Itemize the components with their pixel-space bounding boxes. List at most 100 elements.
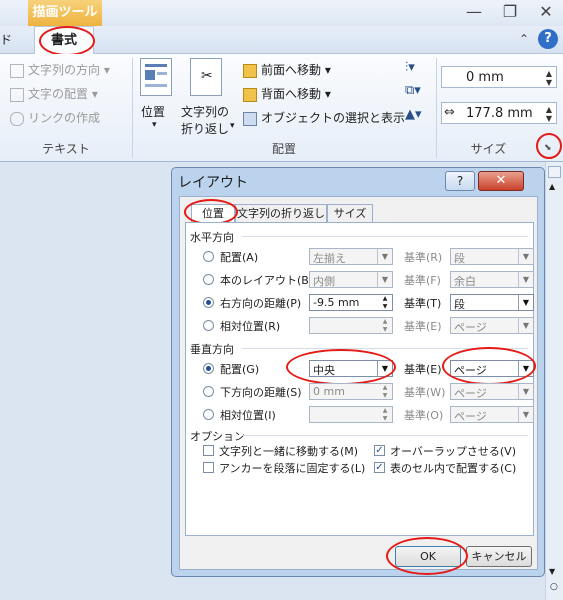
book-layout-base-select[interactable]: 余白 ▼ — [450, 271, 534, 288]
close-window-icon[interactable]: ✕ — [534, 2, 558, 24]
dialog-close-button[interactable]: ✕ — [478, 171, 524, 191]
move-with-text-checkbox[interactable] — [203, 445, 214, 456]
scroll-up-icon[interactable]: ▲ — [549, 182, 555, 191]
book-layout-base-label: 基準(F) — [404, 274, 441, 287]
ruler-toggle-icon[interactable] — [548, 166, 561, 178]
group-label-text: テキスト — [42, 142, 90, 156]
v-alignment-base-label: 基準(E) — [404, 363, 442, 376]
height-spinner[interactable]: 0 mm ▲ ▼ — [441, 66, 557, 88]
v-absolute-spinner[interactable]: 0 mm ▲ ▼ — [309, 383, 393, 400]
spin-down-icon[interactable]: ▼ — [546, 78, 552, 87]
chevron-down-icon: ▾ — [152, 120, 157, 130]
help-icon[interactable]: ? — [538, 29, 558, 49]
layout-in-cell-label: 表のセル内で配置する(C) — [390, 462, 517, 475]
send-backward-button[interactable]: 背面へ移動 ▾ — [243, 85, 331, 102]
rotate-icon[interactable]: ▲▾ — [405, 107, 427, 123]
absolute-position-base-select[interactable]: 段 ▼ — [450, 294, 534, 311]
move-with-text-label: 文字列と一緒に移動する(M) — [219, 445, 359, 458]
width-spinner[interactable]: 177.8 mm ▲ ▼ — [441, 102, 557, 124]
h-relative-base-select[interactable]: ページ ▼ — [450, 317, 534, 334]
group-label-size: サイズ — [470, 142, 507, 156]
text-direction-button[interactable]: 文字列の方向 ▾ — [10, 61, 110, 78]
v-alignment-label: 配置(G) — [220, 363, 260, 376]
spin-up-icon[interactable]: ▲ — [546, 69, 552, 78]
absolute-position-label: 右方向の距離(P) — [220, 297, 302, 310]
wrap-text-label-2[interactable]: 折り返し — [181, 120, 229, 137]
position-button[interactable]: 位置 — [141, 103, 165, 120]
h-alignment-select[interactable]: 左揃え ▼ — [309, 248, 393, 265]
spin-up-icon[interactable]: ▲ — [546, 105, 552, 114]
tab-size[interactable]: サイズ — [327, 204, 373, 223]
v-alignment-radio[interactable] — [203, 363, 214, 374]
spin-down-icon[interactable]: ▼ — [546, 114, 552, 123]
align-icon[interactable]: ⫶▾ — [405, 60, 427, 76]
h-alignment-radio[interactable] — [203, 251, 214, 262]
absolute-position-base-label: 基準(T) — [404, 297, 442, 310]
v-absolute-radio[interactable] — [203, 386, 214, 397]
lock-anchor-label: アンカーを段落に固定する(L) — [219, 462, 366, 475]
book-layout-radio[interactable] — [203, 274, 214, 285]
scroll-down-icon[interactable]: ▼ — [549, 567, 555, 576]
v-absolute-base-select[interactable]: ページ ▼ — [450, 383, 534, 400]
book-layout-select[interactable]: 内側 ▼ — [309, 271, 393, 288]
wrap-text-icon: ✂ — [190, 58, 222, 96]
h-alignment-base-select[interactable]: 段 ▼ — [450, 248, 534, 265]
allow-overlap-label: オーバーラップさせる(V) — [390, 445, 516, 458]
absolute-position-spinner[interactable]: -9.5 mm ▲ ▼ — [309, 294, 393, 311]
spin-up-icon: ▲ — [382, 318, 388, 325]
horizontal-header: 水平方向 — [190, 231, 234, 244]
chevron-down-icon: ▼ — [377, 249, 392, 264]
section-divider — [242, 435, 528, 436]
layout-in-cell-checkbox[interactable]: ✓ — [374, 462, 385, 473]
chevron-down-icon: ▼ — [518, 407, 533, 422]
h-relative-spinner[interactable]: ▲ ▼ — [309, 317, 393, 334]
bring-forward-icon — [243, 63, 257, 78]
section-divider — [242, 236, 528, 237]
bring-forward-button[interactable]: 前面へ移動 ▾ — [243, 61, 331, 78]
align-text-icon — [10, 87, 24, 102]
restore-icon[interactable]: ❐ — [498, 2, 522, 24]
lock-anchor-checkbox[interactable] — [203, 462, 214, 473]
options-header: オプション — [190, 430, 245, 443]
h-relative-radio[interactable] — [203, 320, 214, 331]
spin-up-icon: ▲ — [382, 295, 388, 302]
chevron-down-icon: ▼ — [377, 272, 392, 287]
position-icon — [140, 58, 172, 96]
h-alignment-label: 配置(A) — [220, 251, 259, 264]
v-relative-radio[interactable] — [203, 409, 214, 420]
vertical-scrollbar[interactable]: ▲ ▼ ○ — [545, 162, 563, 600]
tab-text-wrapping[interactable]: 文字列の折り返し — [235, 204, 327, 223]
chevron-down-icon: ▼ — [518, 384, 533, 399]
width-icon: ⇔ — [444, 105, 455, 120]
group-label-arrange: 配置 — [271, 142, 296, 156]
chevron-down-icon: ▼ — [518, 249, 533, 264]
chevron-down-icon: ▾ — [230, 121, 235, 131]
v-relative-label: 相対位置(I) — [220, 409, 276, 422]
align-text-button[interactable]: 文字の配置 ▾ — [10, 85, 98, 102]
ribbon-minimize-icon[interactable]: ⌃ — [519, 32, 529, 46]
selection-pane-button[interactable]: オブジェクトの選択と表示 — [243, 109, 405, 126]
chevron-down-icon: ▼ — [518, 295, 533, 310]
h-alignment-base-label: 基準(R) — [404, 251, 443, 264]
link-icon — [10, 111, 24, 126]
layout-dialog: レイアウト ? ✕ 位置 文字列の折り返し サイズ 水平方向 配置(A) 左揃え… — [171, 167, 545, 577]
highlight-dialog-launcher — [536, 133, 562, 159]
h-relative-label: 相対位置(R) — [220, 320, 281, 333]
allow-overlap-checkbox[interactable]: ✓ — [374, 445, 385, 456]
tab-previous[interactable]: ド — [0, 26, 20, 54]
spin-up-icon: ▲ — [382, 384, 388, 391]
v-relative-base-select[interactable]: ページ ▼ — [450, 406, 534, 423]
group-icon[interactable]: ⧉▾ — [405, 83, 427, 99]
minimize-icon[interactable]: — — [462, 2, 486, 24]
cancel-button[interactable]: キャンセル — [466, 546, 532, 567]
wrap-text-label-1[interactable]: 文字列の — [181, 103, 229, 120]
highlight-format-tab — [39, 26, 95, 56]
v-relative-spinner[interactable]: ▲ ▼ — [309, 406, 393, 423]
create-link-button[interactable]: リンクの作成 — [10, 109, 100, 126]
chevron-down-icon: ▼ — [518, 318, 533, 333]
v-relative-base-label: 基準(O) — [404, 409, 444, 422]
browse-object-icon[interactable]: ○ — [550, 582, 558, 592]
selection-pane-icon — [243, 111, 257, 126]
dialog-help-button[interactable]: ? — [445, 171, 475, 191]
absolute-position-radio[interactable] — [203, 297, 214, 308]
